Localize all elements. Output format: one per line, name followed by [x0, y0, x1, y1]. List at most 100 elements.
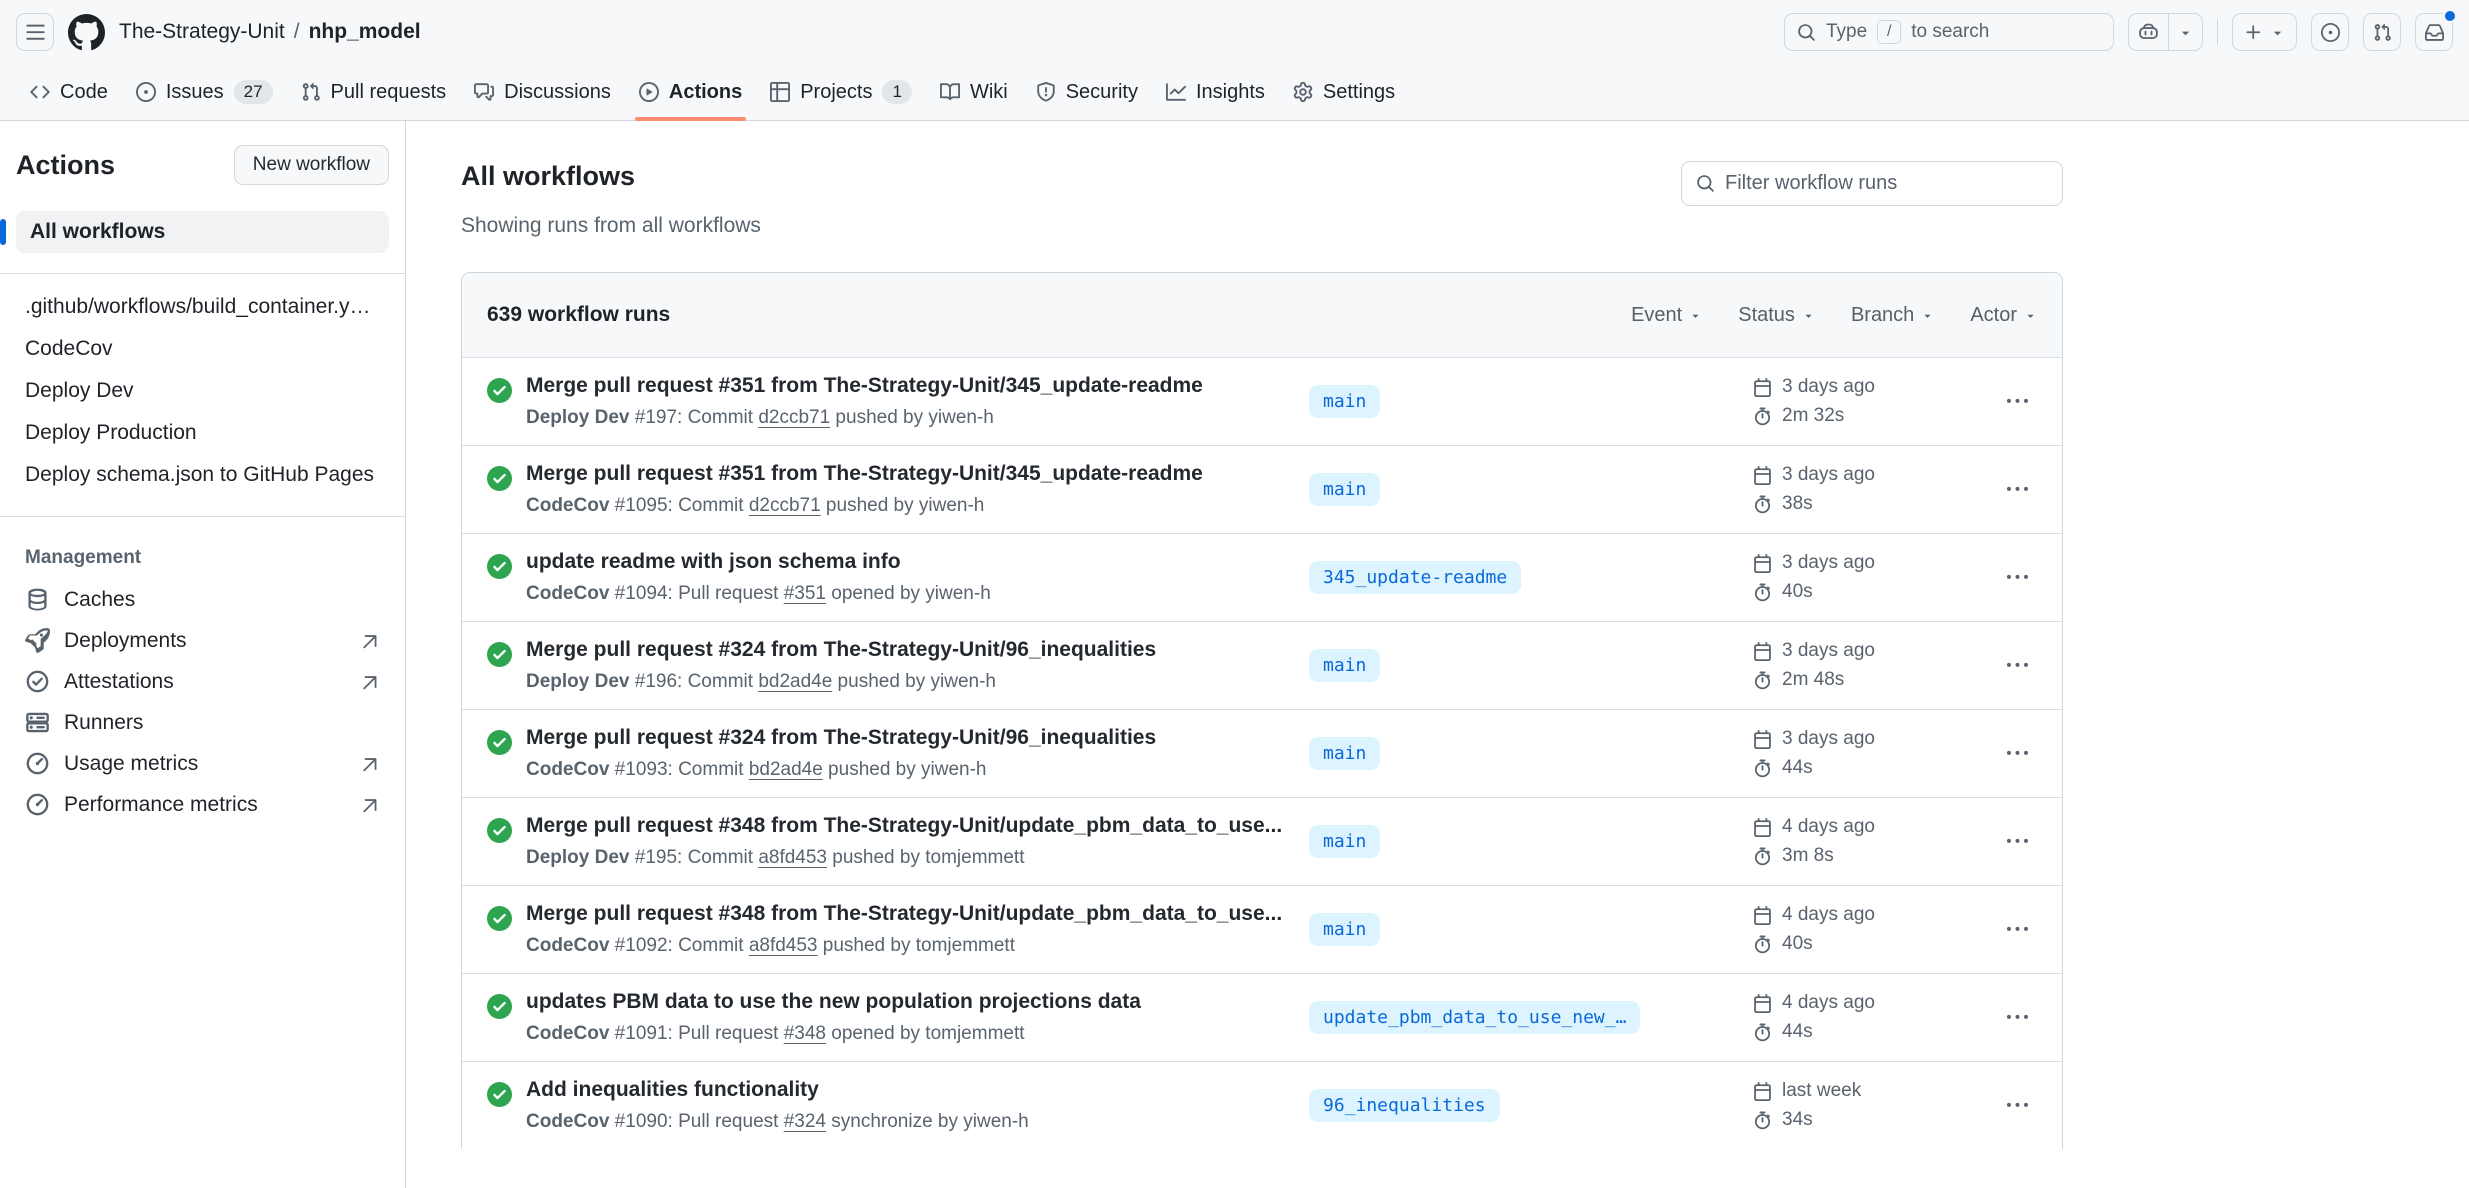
tab-discussions[interactable]: Discussions	[460, 64, 625, 120]
tab-actions[interactable]: Actions	[625, 64, 756, 120]
run-text-block: updates PBM data to use the new populati…	[526, 990, 1295, 1045]
tab-code[interactable]: Code	[16, 64, 122, 120]
branch-badge[interactable]: main	[1309, 825, 1380, 858]
kebab-menu-button[interactable]	[1997, 382, 2037, 422]
branch-badge[interactable]: main	[1309, 649, 1380, 682]
branch-badge[interactable]: 96_inequalities	[1309, 1089, 1500, 1122]
workflow-name-link[interactable]: Deploy Dev	[526, 407, 629, 428]
branch-badge[interactable]: main	[1309, 913, 1380, 946]
kebab-menu-button[interactable]	[1997, 998, 2037, 1038]
sidebar-title: Actions	[16, 150, 115, 181]
commit-or-pr-link[interactable]: d2ccb71	[758, 407, 830, 428]
tab-settings[interactable]: Settings	[1279, 64, 1409, 120]
filter-dropdown-button[interactable]: Actor	[1970, 304, 2037, 327]
filter-workflow-runs-input[interactable]	[1725, 172, 2048, 195]
sidebar-item-usage-metrics[interactable]: Usage metrics	[16, 743, 389, 784]
workflow-name-link[interactable]: Deploy Dev	[526, 671, 629, 692]
management-section-label: Management	[16, 529, 389, 579]
sidebar-item-runners[interactable]: Runners	[16, 702, 389, 743]
run-title-link[interactable]: Merge pull request #351 from The-Strateg…	[526, 374, 1295, 398]
run-title-link[interactable]: Merge pull request #351 from The-Strateg…	[526, 462, 1295, 486]
run-title-link[interactable]: Merge pull request #324 from The-Strateg…	[526, 638, 1295, 662]
inbox-button[interactable]	[2415, 13, 2453, 51]
run-date: 4 days ago	[1782, 816, 1875, 838]
filter-dropdown-button[interactable]: Branch	[1851, 304, 1934, 327]
filter-dropdown-button[interactable]: Status	[1738, 304, 1815, 327]
branch-badge[interactable]: main	[1309, 385, 1380, 418]
sidebar-workflow-link[interactable]: CodeCov	[16, 328, 389, 370]
commit-or-pr-link[interactable]: #348	[784, 1023, 826, 1044]
sidebar-item-attestations[interactable]: Attestations	[16, 661, 389, 702]
global-search-input[interactable]: Type / to search	[1784, 13, 2114, 51]
workflow-name-link[interactable]: Deploy Dev	[526, 847, 629, 868]
copilot-button[interactable]	[2129, 14, 2168, 50]
kebab-menu-button[interactable]	[1997, 822, 2037, 862]
run-title-link[interactable]: update readme with json schema info	[526, 550, 1295, 574]
workflow-name-link[interactable]: CodeCov	[526, 935, 609, 956]
workflow-name-link[interactable]: CodeCov	[526, 1111, 609, 1132]
kebab-menu-button[interactable]	[1997, 910, 2037, 950]
commit-or-pr-link[interactable]: d2ccb71	[749, 495, 821, 516]
sidebar-workflow-link[interactable]: .github/workflows/build_container.yaml	[16, 286, 389, 328]
sidebar-item-performance-metrics[interactable]: Performance metrics	[16, 784, 389, 825]
breadcrumb-org-link[interactable]: The-Strategy-Unit	[119, 20, 285, 44]
calendar-icon	[1753, 466, 1772, 485]
breadcrumb-repo-link[interactable]: nhp_model	[309, 20, 421, 44]
new-workflow-button[interactable]: New workflow	[234, 145, 389, 185]
branch-badge[interactable]: update_pbm_data_to_use_new_…	[1309, 1001, 1640, 1034]
active-tab-underline	[635, 117, 746, 121]
run-title-link[interactable]: Merge pull request #348 from The-Strateg…	[526, 814, 1295, 838]
commit-or-pr-link[interactable]: #351	[784, 583, 826, 604]
sidebar-item-caches[interactable]: Caches	[16, 579, 389, 620]
issues-header-button[interactable]	[2311, 13, 2349, 51]
runs-list: Merge pull request #351 from The-Strateg…	[462, 358, 2062, 1149]
tab-security[interactable]: Security	[1022, 64, 1152, 120]
tab-pull-requests[interactable]: Pull requests	[287, 64, 461, 120]
commit-or-pr-link[interactable]: bd2ad4e	[758, 671, 832, 692]
filter-dropdown-label: Actor	[1970, 304, 2017, 327]
pull-requests-header-button[interactable]	[2363, 13, 2401, 51]
create-new-button[interactable]	[2232, 13, 2297, 51]
kebab-menu-button[interactable]	[1997, 734, 2037, 774]
run-title-link[interactable]: Add inequalities functionality	[526, 1078, 1295, 1102]
workflow-name-link[interactable]: CodeCov	[526, 495, 609, 516]
tab-issues[interactable]: Issues 27	[122, 64, 287, 120]
sidebar-item-all-workflows[interactable]: All workflows	[16, 211, 389, 253]
tab-projects[interactable]: Projects 1	[756, 64, 926, 120]
workflow-name-link[interactable]: CodeCov	[526, 583, 609, 604]
commit-or-pr-link[interactable]: a8fd453	[758, 847, 827, 868]
copilot-dropdown-button[interactable]	[2168, 14, 2202, 50]
graph-icon	[1166, 82, 1186, 102]
kebab-menu-button[interactable]	[1997, 646, 2037, 686]
hamburger-menu-button[interactable]	[16, 13, 54, 51]
tab-wiki[interactable]: Wiki	[926, 64, 1022, 120]
calendar-icon	[1753, 378, 1772, 397]
workflow-name-link[interactable]: CodeCov	[526, 1023, 609, 1044]
tab-insights[interactable]: Insights	[1152, 64, 1279, 120]
sidebar-workflow-link[interactable]: Deploy Production	[16, 412, 389, 454]
kebab-menu-button[interactable]	[1997, 558, 2037, 598]
branch-badge[interactable]: main	[1309, 473, 1380, 506]
check-circle-icon	[487, 466, 512, 491]
filter-dropdown-button[interactable]: Event	[1631, 304, 1702, 327]
branch-badge[interactable]: 345_update-readme	[1309, 561, 1521, 594]
sidebar-item-deployments[interactable]: Deployments	[16, 620, 389, 661]
kebab-menu-button[interactable]	[1997, 470, 2037, 510]
run-title-link[interactable]: updates PBM data to use the new populati…	[526, 990, 1295, 1014]
github-logo[interactable]	[68, 14, 105, 51]
stopwatch-icon	[1753, 759, 1772, 778]
sidebar-divider	[0, 516, 405, 517]
sidebar-workflow-link[interactable]: Deploy Dev	[16, 370, 389, 412]
kebab-menu-button[interactable]	[1997, 1086, 2037, 1126]
run-title-link[interactable]: Merge pull request #348 from The-Strateg…	[526, 902, 1295, 926]
commit-or-pr-link[interactable]: #324	[784, 1111, 826, 1132]
branch-badge[interactable]: main	[1309, 737, 1380, 770]
sidebar-workflow-link[interactable]: Deploy schema.json to GitHub Pages	[16, 454, 389, 496]
arrow-up-right-icon	[361, 795, 380, 814]
run-title-link[interactable]: Merge pull request #324 from The-Strateg…	[526, 726, 1295, 750]
commit-or-pr-link[interactable]: a8fd453	[749, 935, 818, 956]
workflow-name-link[interactable]: CodeCov	[526, 759, 609, 780]
kebab-horizontal-icon	[2007, 655, 2028, 676]
run-text-block: update readme with json schema info Code…	[526, 550, 1295, 605]
commit-or-pr-link[interactable]: bd2ad4e	[749, 759, 823, 780]
